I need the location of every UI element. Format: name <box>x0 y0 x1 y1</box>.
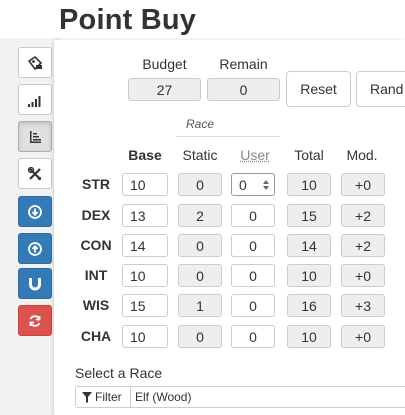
download-icon <box>28 204 42 219</box>
remain-label: Remain <box>219 56 268 72</box>
tools-icon <box>27 166 42 180</box>
user-input-dex[interactable]: 0 <box>231 204 275 227</box>
mod-value-wis: +3 <box>341 294 385 317</box>
mod-value-con: +2 <box>341 234 385 257</box>
refresh-icon <box>29 314 41 327</box>
stat-label-wis: WIS <box>82 297 110 313</box>
stat-label-con: CON <box>80 237 112 253</box>
static-value-dex: 2 <box>178 204 222 227</box>
user-input-con[interactable]: 0 <box>231 234 275 257</box>
static-value-wis: 1 <box>178 294 222 317</box>
budget-label: Budget <box>142 56 187 72</box>
static-value-cha: 0 <box>178 325 222 348</box>
header-base: Base <box>128 147 162 163</box>
user-input-wis[interactable]: 0 <box>231 294 275 317</box>
magnet-icon-button[interactable] <box>18 268 52 299</box>
header-user: User <box>240 147 270 163</box>
header-static: Static <box>182 147 218 163</box>
upload-icon-button[interactable] <box>18 233 52 264</box>
base-input-dex[interactable]: 13 <box>122 204 168 227</box>
select-race-label: Select a Race <box>75 365 163 381</box>
base-input-con[interactable]: 14 <box>122 234 168 257</box>
header-total: Total <box>294 147 324 163</box>
filter-icon <box>82 391 92 403</box>
race-group-label: Race <box>185 117 214 131</box>
upload-icon <box>28 241 42 256</box>
total-value-int: 10 <box>287 264 331 287</box>
static-value-str: 0 <box>178 173 222 196</box>
sort-list-icon <box>30 130 41 143</box>
base-input-wis[interactable]: 15 <box>122 294 168 317</box>
magnet-icon <box>29 277 41 290</box>
stat-label-cha: CHA <box>80 328 112 344</box>
mod-value-str: +0 <box>341 173 385 196</box>
tag-icon <box>27 55 43 70</box>
user-input-cha[interactable]: 0 <box>231 325 275 348</box>
refresh-icon-button[interactable] <box>18 305 52 336</box>
user-input-int[interactable]: 0 <box>231 264 275 287</box>
signal-bars-icon <box>28 95 41 107</box>
filter-button[interactable]: Filter <box>76 387 131 407</box>
reset-button[interactable]: Reset <box>286 71 351 107</box>
tag-icon-button[interactable] <box>18 47 52 78</box>
mod-value-cha: +0 <box>341 325 385 348</box>
race-group-underline <box>176 136 280 137</box>
base-input-int[interactable]: 10 <box>122 264 168 287</box>
stat-label-int: INT <box>84 267 108 283</box>
header-mod: Mod. <box>346 147 378 163</box>
budget-value: 27 <box>128 78 201 101</box>
base-input-str[interactable]: 10 <box>122 173 168 196</box>
mod-value-int: +0 <box>341 264 385 287</box>
total-value-con: 14 <box>287 234 331 257</box>
download-icon-button[interactable] <box>18 196 52 227</box>
static-value-int: 0 <box>178 264 222 287</box>
user-input-str[interactable]: 0 <box>231 173 275 196</box>
total-value-wis: 16 <box>287 294 331 317</box>
total-value-dex: 15 <box>287 204 331 227</box>
spinner-arrows-icon[interactable] <box>262 179 270 191</box>
page-title: Point Buy <box>59 4 197 36</box>
mod-value-dex: +2 <box>341 204 385 227</box>
total-value-cha: 10 <box>287 325 331 348</box>
static-value-con: 0 <box>178 234 222 257</box>
filter-label: Filter <box>95 390 122 404</box>
total-value-str: 10 <box>287 173 331 196</box>
signal-bars-icon-button[interactable] <box>18 84 52 115</box>
stat-label-str: STR <box>82 176 110 192</box>
random-button[interactable]: Rand <box>356 71 405 107</box>
base-input-cha[interactable]: 10 <box>122 325 168 348</box>
tools-icon-button[interactable] <box>18 158 52 189</box>
stat-label-dex: DEX <box>81 207 111 223</box>
sort-list-icon-button[interactable] <box>18 121 52 152</box>
race-search-input[interactable]: Elf (Wood) <box>135 390 191 404</box>
remain-value: 0 <box>207 78 280 101</box>
user-value-str: 0 <box>239 176 247 193</box>
